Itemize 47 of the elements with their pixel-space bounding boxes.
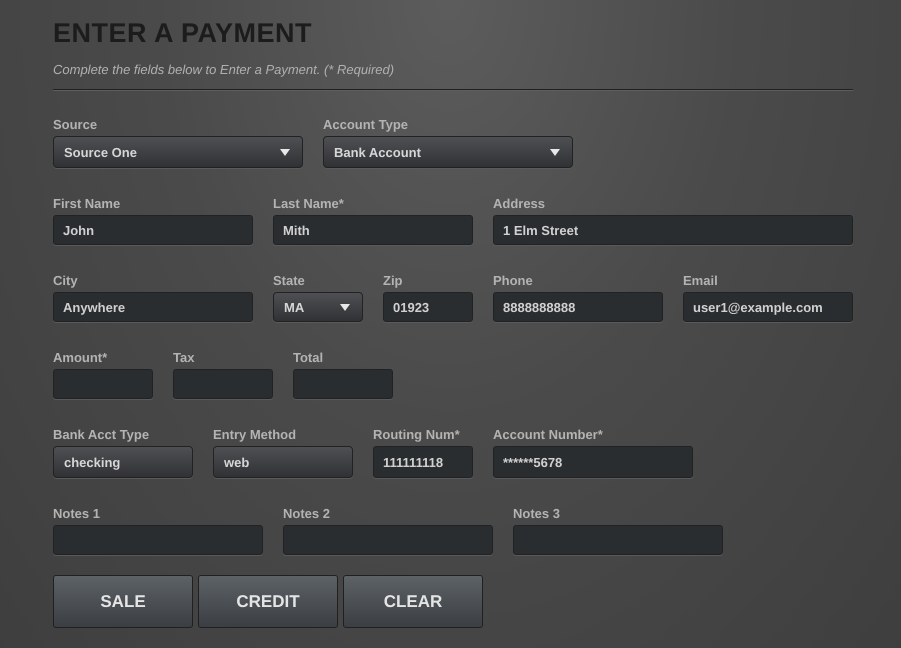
field-label: Email xyxy=(683,273,718,288)
readonly-field: web xyxy=(213,446,353,478)
field-label: Account Type xyxy=(323,117,408,132)
field-label: Last Name* xyxy=(273,196,344,211)
input-field[interactable] xyxy=(293,369,393,399)
dropdown[interactable]: Bank Account xyxy=(323,136,573,168)
input-field[interactable]: ******5678 xyxy=(493,446,693,478)
field-label: State xyxy=(273,273,305,288)
input-field[interactable] xyxy=(53,369,153,399)
input-field[interactable]: 8888888888 xyxy=(493,292,663,322)
field-label: Account Number* xyxy=(493,427,603,442)
dropdown[interactable]: Source One xyxy=(53,136,303,168)
field-label: Source xyxy=(53,117,98,132)
field-label: Routing Num* xyxy=(373,427,460,442)
input-field[interactable] xyxy=(513,525,723,555)
input-field[interactable] xyxy=(53,525,263,555)
action-button[interactable]: CLEAR xyxy=(343,575,483,628)
action-button[interactable]: CREDIT xyxy=(198,575,338,628)
input-field[interactable]: user1@example.com xyxy=(683,292,853,322)
caret-icon xyxy=(280,148,290,156)
field-label: Entry Method xyxy=(213,427,296,442)
readonly-field: checking xyxy=(53,446,193,478)
caret-icon xyxy=(550,148,560,156)
input-field[interactable]: 01923 xyxy=(383,292,473,322)
field-label: Notes 2 xyxy=(283,506,330,521)
field-label: Notes 1 xyxy=(53,506,100,521)
input-field[interactable]: 111111118 xyxy=(373,446,473,478)
field-label: Bank Acct Type xyxy=(53,427,150,442)
input-field[interactable]: 1 Elm Street xyxy=(493,215,853,245)
input-field[interactable] xyxy=(283,525,493,555)
field-label: Address xyxy=(493,196,546,211)
input-field[interactable]: Mith xyxy=(273,215,473,245)
input-field[interactable]: John xyxy=(53,215,253,245)
input-field[interactable] xyxy=(173,369,273,399)
field-label: City xyxy=(53,273,78,288)
caret-icon xyxy=(340,304,350,310)
form-instructions: Complete the fields below to Enter a Payment. (* Required) xyxy=(53,62,394,78)
input-field[interactable]: Anywhere xyxy=(53,292,253,322)
action-button[interactable]: SALE xyxy=(53,575,193,628)
field-label: Total xyxy=(293,350,324,365)
field-label: Notes 3 xyxy=(513,506,560,521)
field-label: Tax xyxy=(173,350,194,365)
field-label: Phone xyxy=(493,273,533,288)
field-label: First Name xyxy=(53,196,120,211)
field-label: Zip xyxy=(383,273,402,288)
dropdown[interactable]: MA xyxy=(273,292,363,322)
field-label: Amount* xyxy=(53,350,108,365)
